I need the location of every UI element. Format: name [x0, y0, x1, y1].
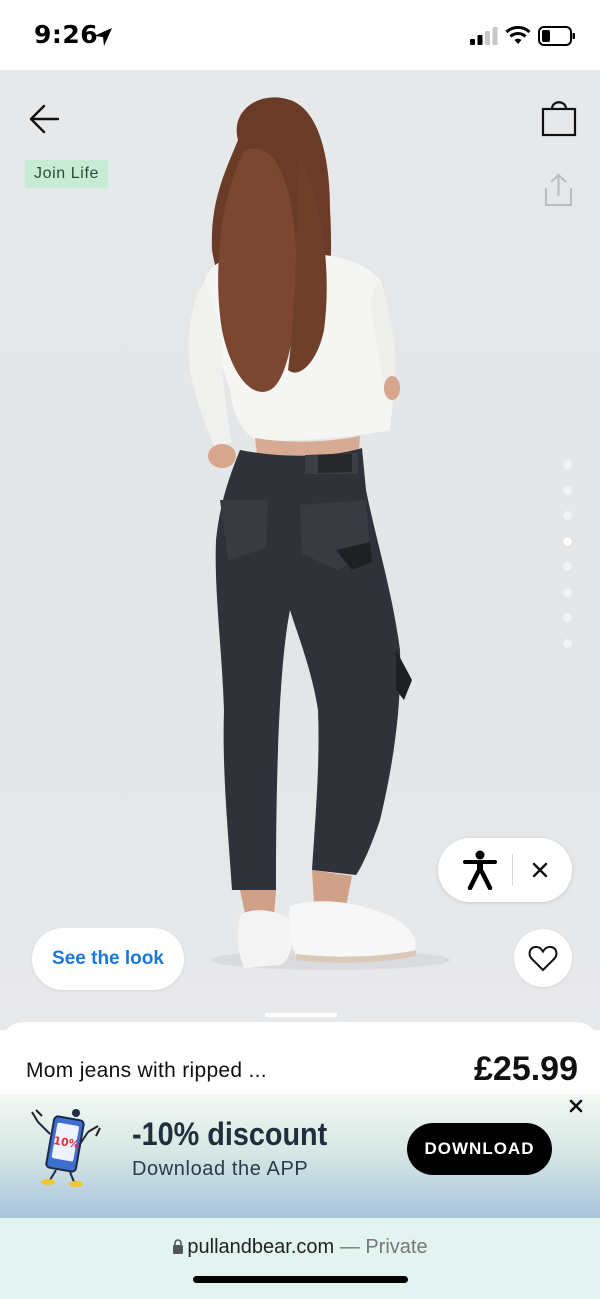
gallery-dot-active[interactable]	[562, 536, 572, 546]
close-icon[interactable]	[526, 856, 554, 884]
gallery-dot[interactable]	[562, 485, 572, 495]
url-display[interactable]: pullandbear.com — Private	[0, 1236, 600, 1259]
product-price: £25.99	[474, 1050, 578, 1088]
browser-url-bar[interactable]: pullandbear.com — Private	[0, 1218, 600, 1299]
product-name: Mom jeans with ripped ...	[26, 1059, 267, 1082]
accessibility-widget	[438, 838, 572, 902]
back-arrow-icon[interactable]	[24, 98, 68, 142]
url-domain: pullandbear.com	[187, 1236, 335, 1258]
download-app-button[interactable]: DOWNLOAD	[407, 1123, 552, 1175]
divider	[512, 854, 513, 886]
sheet-handle[interactable]	[265, 1013, 337, 1017]
gallery-dot[interactable]	[562, 587, 572, 597]
gallery-dot[interactable]	[562, 638, 572, 648]
share-icon[interactable]	[538, 170, 578, 210]
gallery-dot[interactable]	[562, 562, 572, 571]
home-indicator[interactable]	[193, 1276, 408, 1283]
lock-icon	[173, 1239, 184, 1254]
gallery-dot[interactable]	[562, 613, 572, 622]
wifi-icon	[505, 25, 531, 44]
see-the-look-button[interactable]: See the look	[32, 928, 184, 990]
close-icon[interactable]	[566, 1096, 586, 1116]
app-download-banner: 10% -10% discount Download the APP DOWNL…	[0, 1094, 600, 1218]
gallery-pagination	[560, 460, 574, 664]
status-time: 9:26	[34, 20, 99, 49]
browsing-mode: Private	[365, 1236, 428, 1258]
product-image-gallery[interactable]: Join Life See the look	[0, 70, 600, 1030]
gallery-dot[interactable]	[562, 460, 572, 469]
signal-icon	[470, 27, 498, 45]
battery-icon	[538, 26, 575, 46]
gallery-dot[interactable]	[562, 511, 572, 520]
status-bar: 9:26	[0, 0, 600, 70]
heart-icon	[528, 945, 558, 972]
accessibility-person-icon[interactable]	[462, 850, 498, 890]
location-arrow-icon	[94, 28, 112, 46]
join-life-badge: Join Life	[25, 160, 108, 188]
discount-subtitle: Download the APP	[132, 1158, 309, 1180]
shopping-bag-icon[interactable]	[538, 96, 580, 138]
wishlist-button[interactable]	[514, 929, 572, 987]
url-separator: —	[334, 1236, 366, 1258]
discount-title: -10% discount	[132, 1116, 328, 1152]
phone-mascot-icon: 10%	[31, 1109, 101, 1187]
